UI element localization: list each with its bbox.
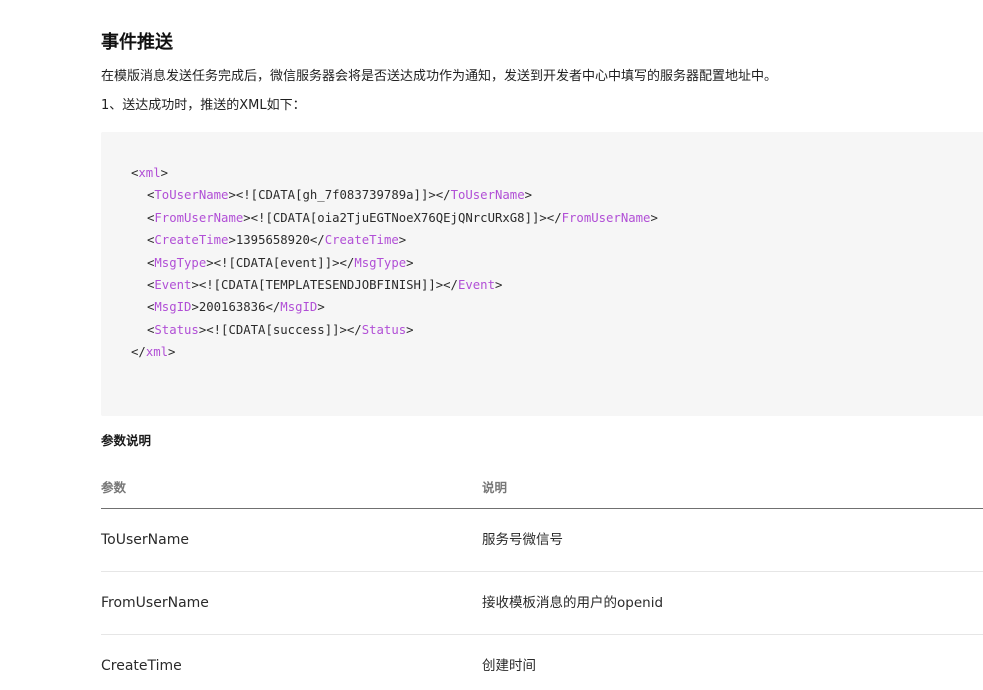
section-heading: 事件推送 <box>101 32 173 53</box>
code-line: <FromUserName><![CDATA[oia2TjuEGTNoeX76Q… <box>131 207 658 229</box>
xml-bracket: </ <box>265 300 281 315</box>
xml-tag-name: ToUserName <box>154 188 229 203</box>
xml-bracket: > <box>243 210 251 225</box>
xml-bracket: > <box>524 188 533 203</box>
xml-bracket: > <box>398 233 407 248</box>
table-row: ToUserName 服务号微信号 <box>101 509 983 572</box>
xml-tag-name: ToUserName <box>450 188 525 203</box>
table-header: 参数 说明 <box>101 468 983 509</box>
params-section-label: 参数说明 <box>101 433 152 448</box>
xml-bracket: > <box>495 277 503 292</box>
row-desc: 接收模板消息的用户的openid <box>482 595 664 611</box>
xml-bracket: </ <box>131 345 146 360</box>
xml-tag-name: FromUserName <box>561 210 651 225</box>
row-desc: 服务号微信号 <box>482 532 563 548</box>
xml-tag-name: MsgID <box>154 300 192 315</box>
document-page: 事件推送 在模版消息发送任务完成后，微信服务器会将是否送达成功作为通知，发送到开… <box>0 0 983 690</box>
xml-code-block: <xml> <ToUserName><![CDATA[gh_7f083739789… <box>101 132 983 416</box>
xml-bracket: </ <box>546 210 562 225</box>
xml-bracket: </ <box>309 233 325 248</box>
field-value: <![CDATA[event]]> <box>213 255 340 270</box>
table-row: FromUserName 接收模板消息的用户的openid <box>101 572 983 635</box>
code-line-open-root: <xml> <box>131 162 658 184</box>
xml-tag-name: CreateTime <box>154 233 229 248</box>
xml-tag-name: CreateTime <box>324 233 399 248</box>
field-value: <![CDATA[TEMPLATESENDJOBFINISH]]> <box>198 277 444 292</box>
xml-bracket: </ <box>346 322 362 337</box>
table-row: CreateTime 创建时间 <box>101 635 983 690</box>
code-line: <Status><![CDATA[success]]></Status> <box>131 319 658 341</box>
xml-tag-name: Event <box>154 277 192 292</box>
xml-bracket: > <box>160 166 169 180</box>
xml-bracket: > <box>317 300 325 315</box>
xml-tag-name: Status <box>154 322 199 337</box>
code-line: <Event><![CDATA[TEMPLATESENDJOBFINISH]]>… <box>131 274 658 296</box>
code-line: <MsgID>200163836</MsgID> <box>131 296 658 318</box>
xml-bracket: > <box>191 300 199 315</box>
field-value: 1395658920 <box>235 233 310 248</box>
code-line: <MsgType><![CDATA[event]]></MsgType> <box>131 252 658 274</box>
row-param: ToUserName <box>101 532 189 548</box>
xml-bracket: > <box>650 210 658 225</box>
root-open-tag: xml <box>138 166 161 180</box>
xml-bracket: > <box>228 188 236 203</box>
params-table: 参数 说明 ToUserName 服务号微信号 FromUserName 接收模… <box>101 468 983 690</box>
code-line-close-root: </xml> <box>131 341 658 363</box>
step-one-text: 1、送达成功时，推送的XML如下： <box>101 98 306 113</box>
code-line: <ToUserName><![CDATA[gh_7f083739789a]]><… <box>131 184 658 206</box>
xml-bracket: > <box>406 255 414 270</box>
row-desc: 创建时间 <box>482 658 536 674</box>
header-param: 参数 <box>101 480 127 495</box>
xml-bracket: </ <box>435 188 451 203</box>
xml-tag-name: MsgID <box>280 300 318 315</box>
xml-tag-name: Event <box>457 277 495 292</box>
xml-tag-name: FromUserName <box>154 210 244 225</box>
field-value: 200163836 <box>198 300 266 315</box>
row-param: CreateTime <box>101 658 182 674</box>
code-line: <CreateTime>1395658920</CreateTime> <box>131 229 658 251</box>
xml-code: <xml> <ToUserName><![CDATA[gh_7f083739789… <box>131 162 658 364</box>
xml-bracket: > <box>228 233 236 248</box>
header-desc: 说明 <box>482 480 508 495</box>
xml-bracket: </ <box>339 255 355 270</box>
field-value: <![CDATA[gh_7f083739789a]]> <box>235 188 436 203</box>
xml-bracket: </ <box>443 277 458 292</box>
xml-tag-name: MsgType <box>154 255 207 270</box>
xml-tag-name: MsgType <box>354 255 407 270</box>
xml-bracket: > <box>206 255 214 270</box>
row-param: FromUserName <box>101 595 209 611</box>
intro-paragraph: 在模版消息发送任务完成后，微信服务器会将是否送达成功作为通知，发送到开发者中心中… <box>101 69 778 84</box>
xml-tag-name: Status <box>361 322 407 337</box>
xml-bracket: > <box>191 277 199 292</box>
root-close-tag: xml <box>145 345 169 360</box>
xml-bracket: > <box>406 322 414 337</box>
field-value: <![CDATA[oia2TjuEGTNoeX76QEjQNrcURxG8]]> <box>250 210 547 225</box>
field-value: <![CDATA[success]]> <box>206 322 347 337</box>
xml-bracket: > <box>168 345 176 360</box>
